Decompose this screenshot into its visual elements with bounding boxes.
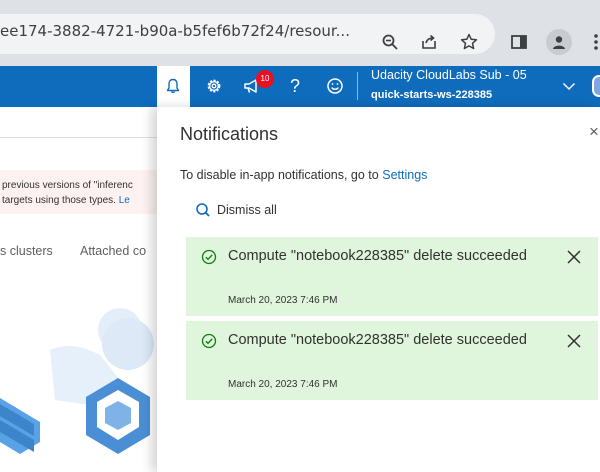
dismiss-notification-icon[interactable]: [564, 331, 584, 351]
disable-notifications-label: To disable in-app notifications, go to: [180, 168, 379, 182]
gear-icon[interactable]: [199, 71, 229, 101]
address-url[interactable]: ee174-3882-4721-b90a-b5fef6b72f24/resour…: [0, 22, 350, 40]
notification-item[interactable]: Compute "notebook228385" delete succeede…: [186, 237, 598, 316]
notification-title: Compute "notebook228385" delete succeede…: [228, 248, 527, 264]
share-icon[interactable]: [418, 31, 440, 53]
more-icon[interactable]: [585, 31, 600, 53]
compute-illustration: [0, 308, 154, 454]
warning-text-line2: targets using those types. Le: [2, 195, 130, 206]
dismiss-all-button[interactable]: Dismiss all: [195, 202, 277, 218]
notification-time: March 20, 2023 7:46 PM: [228, 295, 338, 306]
notification-count-badge: 10: [256, 70, 274, 88]
background-divider: [0, 137, 157, 138]
warning-text-line2-body: targets using those types.: [2, 195, 116, 206]
tab-compute-clusters[interactable]: s clusters: [0, 244, 53, 258]
success-check-icon: [201, 249, 217, 265]
dismiss-all-icon: [196, 203, 210, 217]
notification-title: Compute "notebook228385" delete succeede…: [228, 332, 527, 348]
smiley-icon[interactable]: [320, 71, 350, 101]
dismiss-notification-icon[interactable]: [564, 247, 584, 267]
panel-title: Notifications: [180, 124, 279, 144]
dismiss-all-label: Dismiss all: [217, 203, 277, 217]
header-divider: [357, 72, 358, 100]
success-check-icon: [201, 333, 217, 349]
warning-banner: [0, 170, 157, 214]
side-panel-icon[interactable]: [508, 31, 530, 53]
notification-time: March 20, 2023 7:46 PM: [228, 379, 338, 390]
bookmark-star-icon[interactable]: [458, 31, 480, 53]
close-icon[interactable]: ×: [589, 122, 600, 144]
learn-more-link[interactable]: Le: [119, 195, 130, 206]
tab-attached-compute[interactable]: Attached co: [80, 244, 146, 258]
avatar[interactable]: [592, 75, 600, 97]
chevron-down-icon[interactable]: [554, 71, 584, 101]
settings-link[interactable]: Settings: [382, 168, 427, 182]
profile-icon[interactable]: [546, 29, 572, 55]
disable-notifications-text: To disable in-app notifications, go to S…: [180, 168, 427, 182]
zoom-icon[interactable]: [379, 31, 401, 53]
account-directory[interactable]: quick-starts-ws-228385: [371, 89, 492, 101]
bell-icon[interactable]: [158, 71, 188, 101]
help-icon[interactable]: ?: [280, 71, 310, 101]
account-name[interactable]: Udacity CloudLabs Sub - 05: [371, 68, 527, 82]
warning-text-line1: previous versions of "inferenc: [2, 180, 133, 191]
notification-item[interactable]: Compute "notebook228385" delete succeede…: [186, 321, 598, 400]
